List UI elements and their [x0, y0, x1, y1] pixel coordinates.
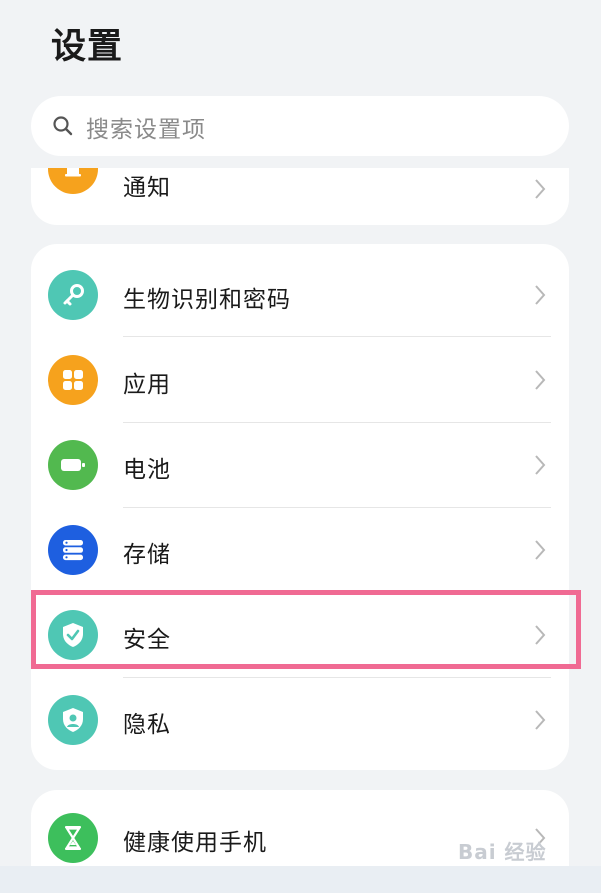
chevron-right-icon — [535, 710, 546, 730]
chevron-right-icon — [535, 455, 546, 475]
highlight-box — [31, 590, 581, 669]
settings-label-notify: 通知 — [123, 175, 171, 201]
bell-icon — [48, 168, 98, 194]
chevron-right-icon — [535, 285, 546, 305]
search-icon — [53, 116, 73, 136]
settings-row-notify[interactable]: 通知 — [31, 168, 569, 213]
chevron-right-icon — [535, 179, 546, 199]
settings-label-biometrics: 生物识别和密码 — [123, 287, 291, 313]
settings-label-battery: 电池 — [123, 457, 171, 483]
settings-row-apps[interactable]: 应用 — [31, 338, 569, 423]
search-placeholder: 搜索设置项 — [86, 117, 206, 143]
watermark: Bai 经验 — [458, 840, 547, 864]
settings-label-health: 健康使用手机 — [123, 830, 267, 856]
privacy-shield-icon — [48, 695, 98, 745]
storage-icon — [48, 525, 98, 575]
settings-row-biometrics[interactable]: 生物识别和密码 — [31, 252, 569, 337]
divider — [123, 336, 551, 337]
settings-label-storage: 存储 — [123, 542, 171, 568]
chevron-right-icon — [535, 370, 546, 390]
chevron-right-icon — [535, 540, 546, 560]
bottom-bar — [0, 866, 601, 893]
battery-icon — [48, 440, 98, 490]
hourglass-icon — [48, 813, 98, 863]
key-icon — [48, 270, 98, 320]
settings-row-battery[interactable]: 电池 — [31, 423, 569, 508]
settings-card-main: 生物识别和密码 应用 电池 存储 安全 隐私 — [31, 244, 569, 770]
page-title: 设置 — [51, 27, 124, 67]
settings-card-notify: 通知 — [31, 168, 569, 225]
settings-label-apps: 应用 — [123, 372, 171, 398]
settings-row-storage[interactable]: 存储 — [31, 508, 569, 593]
settings-row-privacy[interactable]: 隐私 — [31, 678, 569, 763]
apps-grid-icon — [48, 355, 98, 405]
settings-label-privacy: 隐私 — [123, 712, 171, 738]
